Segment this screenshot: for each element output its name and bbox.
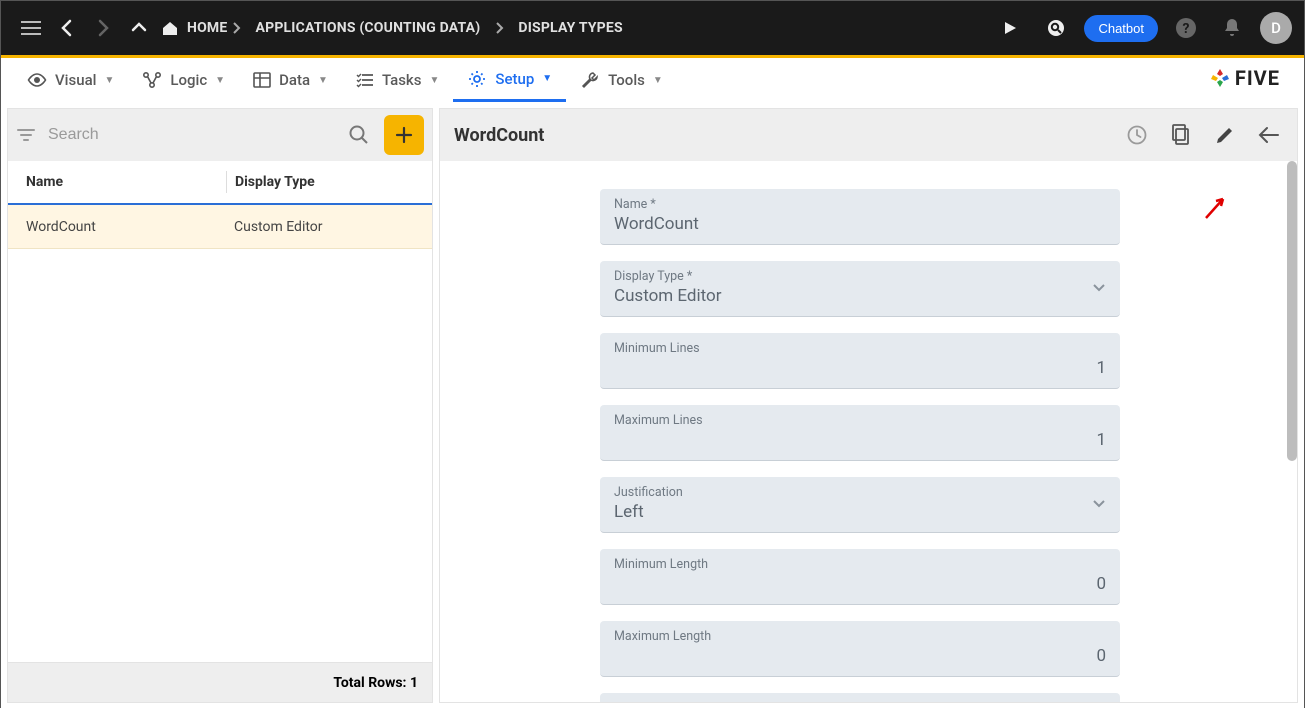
brand-logo-icon <box>1209 67 1231 89</box>
avatar-initial: D <box>1271 19 1281 37</box>
bell-icon[interactable] <box>1214 10 1250 46</box>
search-input[interactable] <box>42 126 342 144</box>
detail-body[interactable]: Name * WordCount Display Type * Custom E… <box>440 161 1297 702</box>
crumb-home-label: HOME <box>187 20 227 36</box>
plus-icon <box>394 125 414 145</box>
field-max-length-value: 0 <box>614 646 1106 666</box>
add-button[interactable] <box>384 115 424 155</box>
chevron-right-icon <box>494 22 504 34</box>
gear-icon <box>467 69 487 89</box>
field-display-type-label: Display Type * <box>614 269 1106 284</box>
field-min-length[interactable]: Minimum Length 0 <box>600 549 1120 605</box>
form: Name * WordCount Display Type * Custom E… <box>600 189 1120 702</box>
list-header-name[interactable]: Name <box>26 174 226 190</box>
chatbot-button[interactable]: Chatbot <box>1084 15 1158 42</box>
right-panel: WordCount Name * <box>439 108 1298 703</box>
breadcrumb: HOME APPLICATIONS (COUNTING DATA) DISPLA… <box>161 20 633 36</box>
tab-tools-label: Tools <box>608 71 645 89</box>
field-name-value: WordCount <box>614 214 1106 234</box>
tools-icon <box>580 70 600 90</box>
help-icon[interactable]: ? <box>1168 10 1204 46</box>
field-min-length-label: Minimum Length <box>614 557 1106 572</box>
list-row[interactable]: WordCount Custom Editor <box>8 205 432 249</box>
search-circle-icon[interactable] <box>1038 10 1074 46</box>
main: Name Display Type WordCount Custom Edito… <box>1 102 1304 709</box>
tab-visual[interactable]: Visual▼ <box>13 58 128 102</box>
list-row-name: WordCount <box>26 219 234 235</box>
crumb-section[interactable]: DISPLAY TYPES <box>508 20 632 36</box>
back-arrow-icon[interactable] <box>1255 121 1283 149</box>
eye-icon <box>27 73 47 87</box>
table-icon <box>253 72 271 88</box>
list-header-type[interactable]: Display Type <box>235 174 315 190</box>
tabbar: Visual▼ Logic▼ Data▼ Tasks▼ Setup▼ Tools… <box>1 58 1304 102</box>
tab-data-label: Data <box>279 71 310 89</box>
topbar: HOME APPLICATIONS (COUNTING DATA) DISPLA… <box>1 1 1304 55</box>
detail-actions <box>1123 121 1283 149</box>
tab-tools[interactable]: Tools▼ <box>566 58 677 102</box>
detail-title: WordCount <box>454 125 544 146</box>
list-row-type: Custom Editor <box>234 219 323 235</box>
field-max-length-label: Maximum Length <box>614 629 1106 644</box>
field-name[interactable]: Name * WordCount <box>600 189 1120 245</box>
filter-icon[interactable] <box>16 127 36 143</box>
field-min-lines-label: Minimum Lines <box>614 341 1106 356</box>
tab-visual-label: Visual <box>55 71 96 89</box>
svg-text:?: ? <box>1183 21 1190 37</box>
topbar-right: Chatbot ? D <box>992 10 1292 46</box>
field-pad-character[interactable]: Pad Character <box>600 693 1120 702</box>
brand-label: FIVE <box>1235 66 1280 90</box>
scrollbar[interactable] <box>1287 161 1297 461</box>
copy-icon[interactable] <box>1167 121 1195 149</box>
tab-tasks-label: Tasks <box>382 71 422 89</box>
field-display-type[interactable]: Display Type * Custom Editor <box>600 261 1120 317</box>
left-panel: Name Display Type WordCount Custom Edito… <box>7 108 433 703</box>
list-body: WordCount Custom Editor <box>8 205 432 662</box>
total-rows-label: Total Rows: 1 <box>333 675 418 691</box>
tab-setup-label: Setup <box>495 70 534 88</box>
crumb-home[interactable]: HOME <box>161 20 227 36</box>
tab-logic[interactable]: Logic▼ <box>128 58 239 102</box>
forward-icon <box>85 10 121 46</box>
column-divider <box>226 171 227 193</box>
field-min-lines-value: 1 <box>614 358 1106 378</box>
field-justification[interactable]: Justification Left <box>600 477 1120 533</box>
field-min-length-value: 0 <box>614 574 1106 594</box>
field-justification-label: Justification <box>614 485 1106 500</box>
field-name-label: Name * <box>614 197 1106 212</box>
field-max-lines-label: Maximum Lines <box>614 413 1106 428</box>
home-icon <box>161 20 179 36</box>
back-icon[interactable] <box>49 10 85 46</box>
up-icon[interactable] <box>121 10 157 46</box>
field-max-length[interactable]: Maximum Length 0 <box>600 621 1120 677</box>
chevron-right-icon <box>231 22 241 34</box>
search-row <box>8 109 432 161</box>
tab-setup[interactable]: Setup▼ <box>453 58 566 102</box>
play-icon[interactable] <box>992 10 1028 46</box>
field-min-lines[interactable]: Minimum Lines 1 <box>600 333 1120 389</box>
tab-tasks[interactable]: Tasks▼ <box>342 58 453 102</box>
tab-data[interactable]: Data▼ <box>239 58 342 102</box>
search-icon[interactable] <box>348 124 370 146</box>
list-footer: Total Rows: 1 <box>8 662 432 702</box>
list-icon <box>356 72 374 88</box>
hamburger-icon[interactable] <box>13 10 49 46</box>
field-max-lines-value: 1 <box>614 430 1106 450</box>
field-max-lines[interactable]: Maximum Lines 1 <box>600 405 1120 461</box>
edit-icon[interactable] <box>1211 121 1239 149</box>
chevron-down-icon <box>1092 283 1106 293</box>
field-justification-value: Left <box>614 502 1106 522</box>
brand: FIVE <box>1209 66 1280 90</box>
detail-header: WordCount <box>440 109 1297 161</box>
tab-logic-label: Logic <box>170 71 207 89</box>
crumb-app[interactable]: APPLICATIONS (COUNTING DATA) <box>245 20 490 36</box>
field-display-type-value: Custom Editor <box>614 286 1106 306</box>
logic-icon <box>142 71 162 89</box>
field-pad-character-label: Pad Character <box>614 701 1106 702</box>
chevron-down-icon <box>1092 499 1106 509</box>
avatar[interactable]: D <box>1260 12 1292 44</box>
list-header: Name Display Type <box>8 161 432 205</box>
history-icon[interactable] <box>1123 121 1151 149</box>
